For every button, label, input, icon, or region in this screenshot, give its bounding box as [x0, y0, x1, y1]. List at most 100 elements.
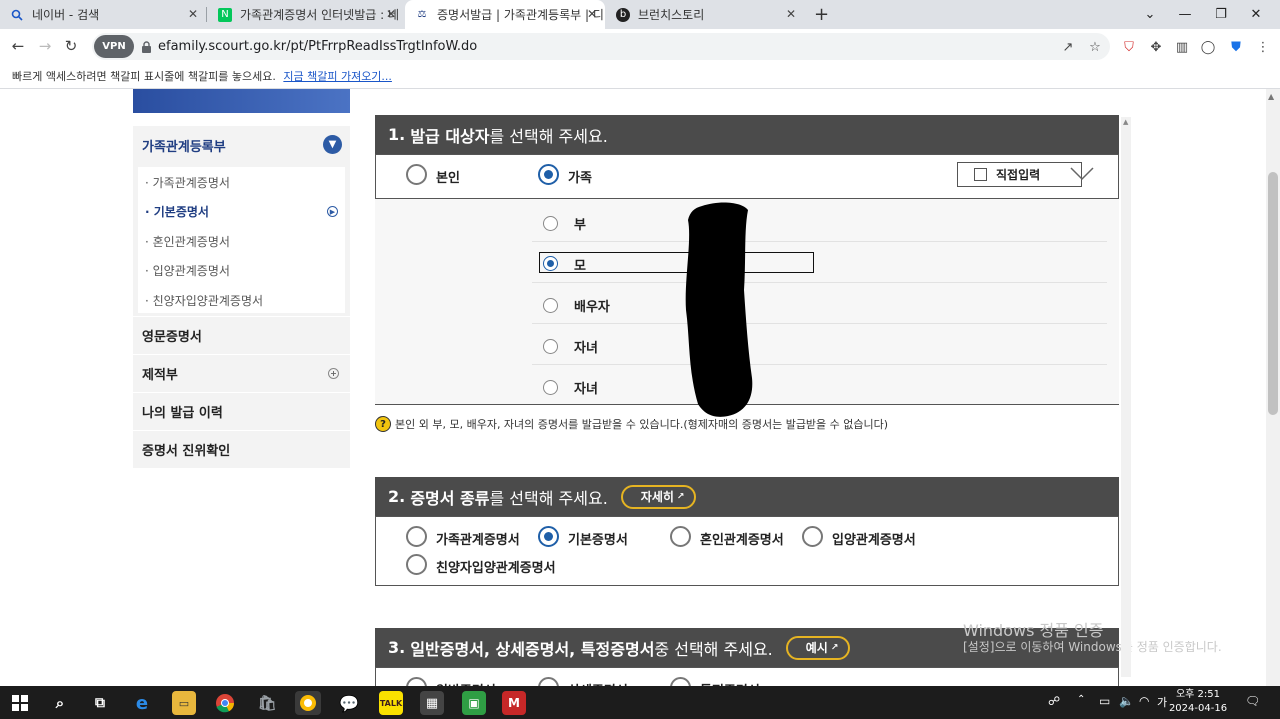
profile-icon[interactable]: ◯ — [1200, 39, 1216, 55]
people-icon[interactable]: ☍ — [1048, 694, 1060, 708]
ime-icon[interactable]: 가 — [1157, 694, 1167, 710]
family-option-row[interactable]: 자녀 — [532, 324, 1107, 365]
kakaotalk-icon[interactable]: TALK — [379, 691, 403, 715]
mother-radio[interactable] — [543, 256, 558, 271]
folder-icon[interactable]: ▭ — [172, 691, 196, 715]
mother-label: 모 — [574, 259, 586, 274]
chevron-up-icon[interactable]: ⌃ — [1077, 694, 1085, 705]
section-number: 3. — [388, 638, 406, 657]
wechat-icon[interactable]: 💬 — [337, 691, 361, 715]
scroll-up-icon[interactable]: ▲ — [1268, 92, 1274, 101]
active-app-icon[interactable] — [295, 691, 321, 715]
close-icon[interactable]: ✕ — [386, 7, 396, 21]
sidebar-subitem-family-cert[interactable]: · 가족관계증명서 — [145, 174, 230, 191]
full-adoption-cert-radio[interactable] — [406, 554, 427, 575]
self-label: 본인 — [436, 171, 460, 186]
close-icon[interactable]: ✕ — [587, 7, 597, 21]
windows-start-icon[interactable] — [8, 691, 32, 715]
section-title-bold: 일반증명서, 상세증명서, 특정증명서 — [410, 639, 655, 659]
child-radio[interactable] — [543, 380, 558, 395]
close-window-button[interactable]: ✕ — [1233, 0, 1279, 29]
family-cert-label: 가족관계증명서 — [436, 533, 520, 548]
share-icon[interactable]: ↗ — [1060, 39, 1076, 55]
inner-scrollbar[interactable] — [1121, 117, 1131, 677]
image-app-icon[interactable]: ▣ — [462, 691, 486, 715]
sidebar-item-family-register[interactable]: 가족관계등록부 ▼ — [133, 126, 350, 164]
chrome-icon[interactable] — [213, 691, 237, 715]
example-button[interactable]: 예시 ↗ — [785, 635, 851, 660]
task-view-icon[interactable]: ⧉ — [88, 691, 112, 715]
chevron-down-icon[interactable] — [1070, 167, 1094, 181]
sidebar-subitem-adoption-cert[interactable]: · 입양관계증명서 — [145, 262, 230, 279]
detail-button[interactable]: 자세히 ↗ — [620, 484, 697, 509]
scroll-up-icon[interactable]: ▲ — [1123, 118, 1128, 126]
family-option-row[interactable]: 부 — [532, 201, 1107, 242]
tab-naver-search[interactable]: 네이버 - 검색 ✕ — [0, 0, 206, 29]
sidebar-item-verify[interactable]: 증명서 진위확인 — [133, 431, 350, 468]
marriage-cert-radio[interactable] — [670, 526, 691, 547]
sidebar-subitem-full-adoption-cert[interactable]: · 친양자입양관계증명서 — [145, 292, 263, 309]
lock-icon[interactable] — [141, 39, 152, 53]
spouse-label: 배우자 — [574, 300, 610, 315]
plus-icon[interactable]: + — [328, 368, 339, 379]
sidebar-item-issue-history[interactable]: 나의 발급 이력 — [133, 393, 350, 430]
menu-icon[interactable]: ⋮ — [1255, 39, 1271, 55]
mcafee-icon[interactable]: M — [502, 691, 526, 715]
father-label: 부 — [574, 218, 586, 233]
wifi-icon[interactable]: ◠ — [1139, 694, 1149, 708]
checkbox[interactable] — [974, 168, 987, 181]
reload-button[interactable]: ↻ — [60, 35, 82, 57]
family-option-row[interactable]: 배우자 — [532, 283, 1107, 324]
direct-input-button[interactable]: 직접입력 — [957, 162, 1082, 187]
sidepanel-icon[interactable]: ▥ — [1174, 39, 1190, 55]
url-text[interactable]: efamily.scourt.go.kr/pt/PtFrrpReadIssTrg… — [158, 39, 477, 54]
sidebar-subitem-marriage-cert[interactable]: · 혼인관계증명서 — [145, 233, 230, 250]
sidebar-banner — [133, 89, 350, 113]
edge-icon[interactable]: e — [130, 691, 154, 715]
sidebar-section-title: 가족관계등록부 — [142, 139, 226, 155]
basic-cert-radio[interactable] — [538, 526, 559, 547]
section-title-bold: 증명서 종류 — [410, 488, 490, 508]
family-cert-radio[interactable] — [406, 526, 427, 547]
calculator-icon[interactable]: ▦ — [420, 691, 444, 715]
close-icon[interactable]: ✕ — [786, 7, 796, 21]
sidebar-subitem-basic-cert[interactable]: · 기본증명서 — [145, 203, 209, 220]
forward-button[interactable]: → — [34, 35, 56, 57]
clock[interactable]: 오후 2:51 2024-04-16 — [1168, 688, 1228, 716]
family-option-row[interactable]: 모 — [532, 242, 1107, 283]
child-radio[interactable] — [543, 339, 558, 354]
close-icon[interactable]: ✕ — [188, 7, 198, 21]
sidebar-item-removed-register[interactable]: 제적부 + — [133, 355, 350, 392]
star-icon[interactable]: ☆ — [1087, 39, 1103, 55]
arrow-circle-icon[interactable]: ▶ — [327, 206, 338, 217]
notification-icon[interactable]: 🗨 — [1245, 694, 1260, 708]
store-icon[interactable]: 🛍 — [255, 691, 279, 715]
tab-brunch[interactable]: b 브런치스토리 ✕ — [606, 0, 804, 29]
import-bookmarks-link[interactable]: 지금 책갈피 가져오기... — [283, 70, 392, 83]
back-button[interactable]: ← — [7, 35, 29, 57]
shield-check-icon[interactable]: ⛊ — [1228, 39, 1244, 55]
spouse-radio[interactable] — [543, 298, 558, 313]
bookmark-hint: 빠르게 액세스하려면 책갈피 표시줄에 책갈피를 놓으세요. — [12, 70, 276, 83]
tab-title: 증명서발급 | 가족관계등록부 | 디 — [437, 8, 604, 22]
battery-icon[interactable]: ▭ — [1099, 694, 1110, 708]
shield-extension-icon[interactable]: ⛉ — [1121, 39, 1137, 55]
volume-icon[interactable]: 🔈 — [1119, 694, 1134, 708]
puzzle-icon[interactable]: ✥ — [1148, 39, 1164, 55]
section1-header: 1. 발급 대상자 를 선택해 주세요. — [375, 115, 1119, 154]
new-tab-button[interactable]: + — [814, 4, 829, 25]
father-radio[interactable] — [543, 216, 558, 231]
adoption-cert-radio[interactable] — [802, 526, 823, 547]
search-icon[interactable]: ⌕ — [48, 691, 72, 715]
sidebar-item-english-cert[interactable]: 영문증명서 — [133, 317, 350, 354]
family-radio[interactable] — [538, 164, 559, 185]
tab-cert-issue[interactable]: ⚖ 증명서발급 | 가족관계등록부 | 디 ✕ — [405, 0, 605, 29]
direct-input-label: 직접입력 — [996, 168, 1041, 182]
scrollbar-thumb[interactable] — [1268, 172, 1278, 415]
sidebar-menu-label: 제적부 — [142, 368, 178, 383]
family-option-row[interactable]: 자녀 — [532, 365, 1107, 406]
chevron-down-icon[interactable]: ▼ — [323, 135, 342, 154]
tab-family-cert[interactable]: N 가족관계증명서 인터넷발급 : 네 ✕ — [208, 0, 404, 29]
self-radio[interactable] — [406, 164, 427, 185]
vpn-badge[interactable]: VPN — [94, 35, 134, 58]
